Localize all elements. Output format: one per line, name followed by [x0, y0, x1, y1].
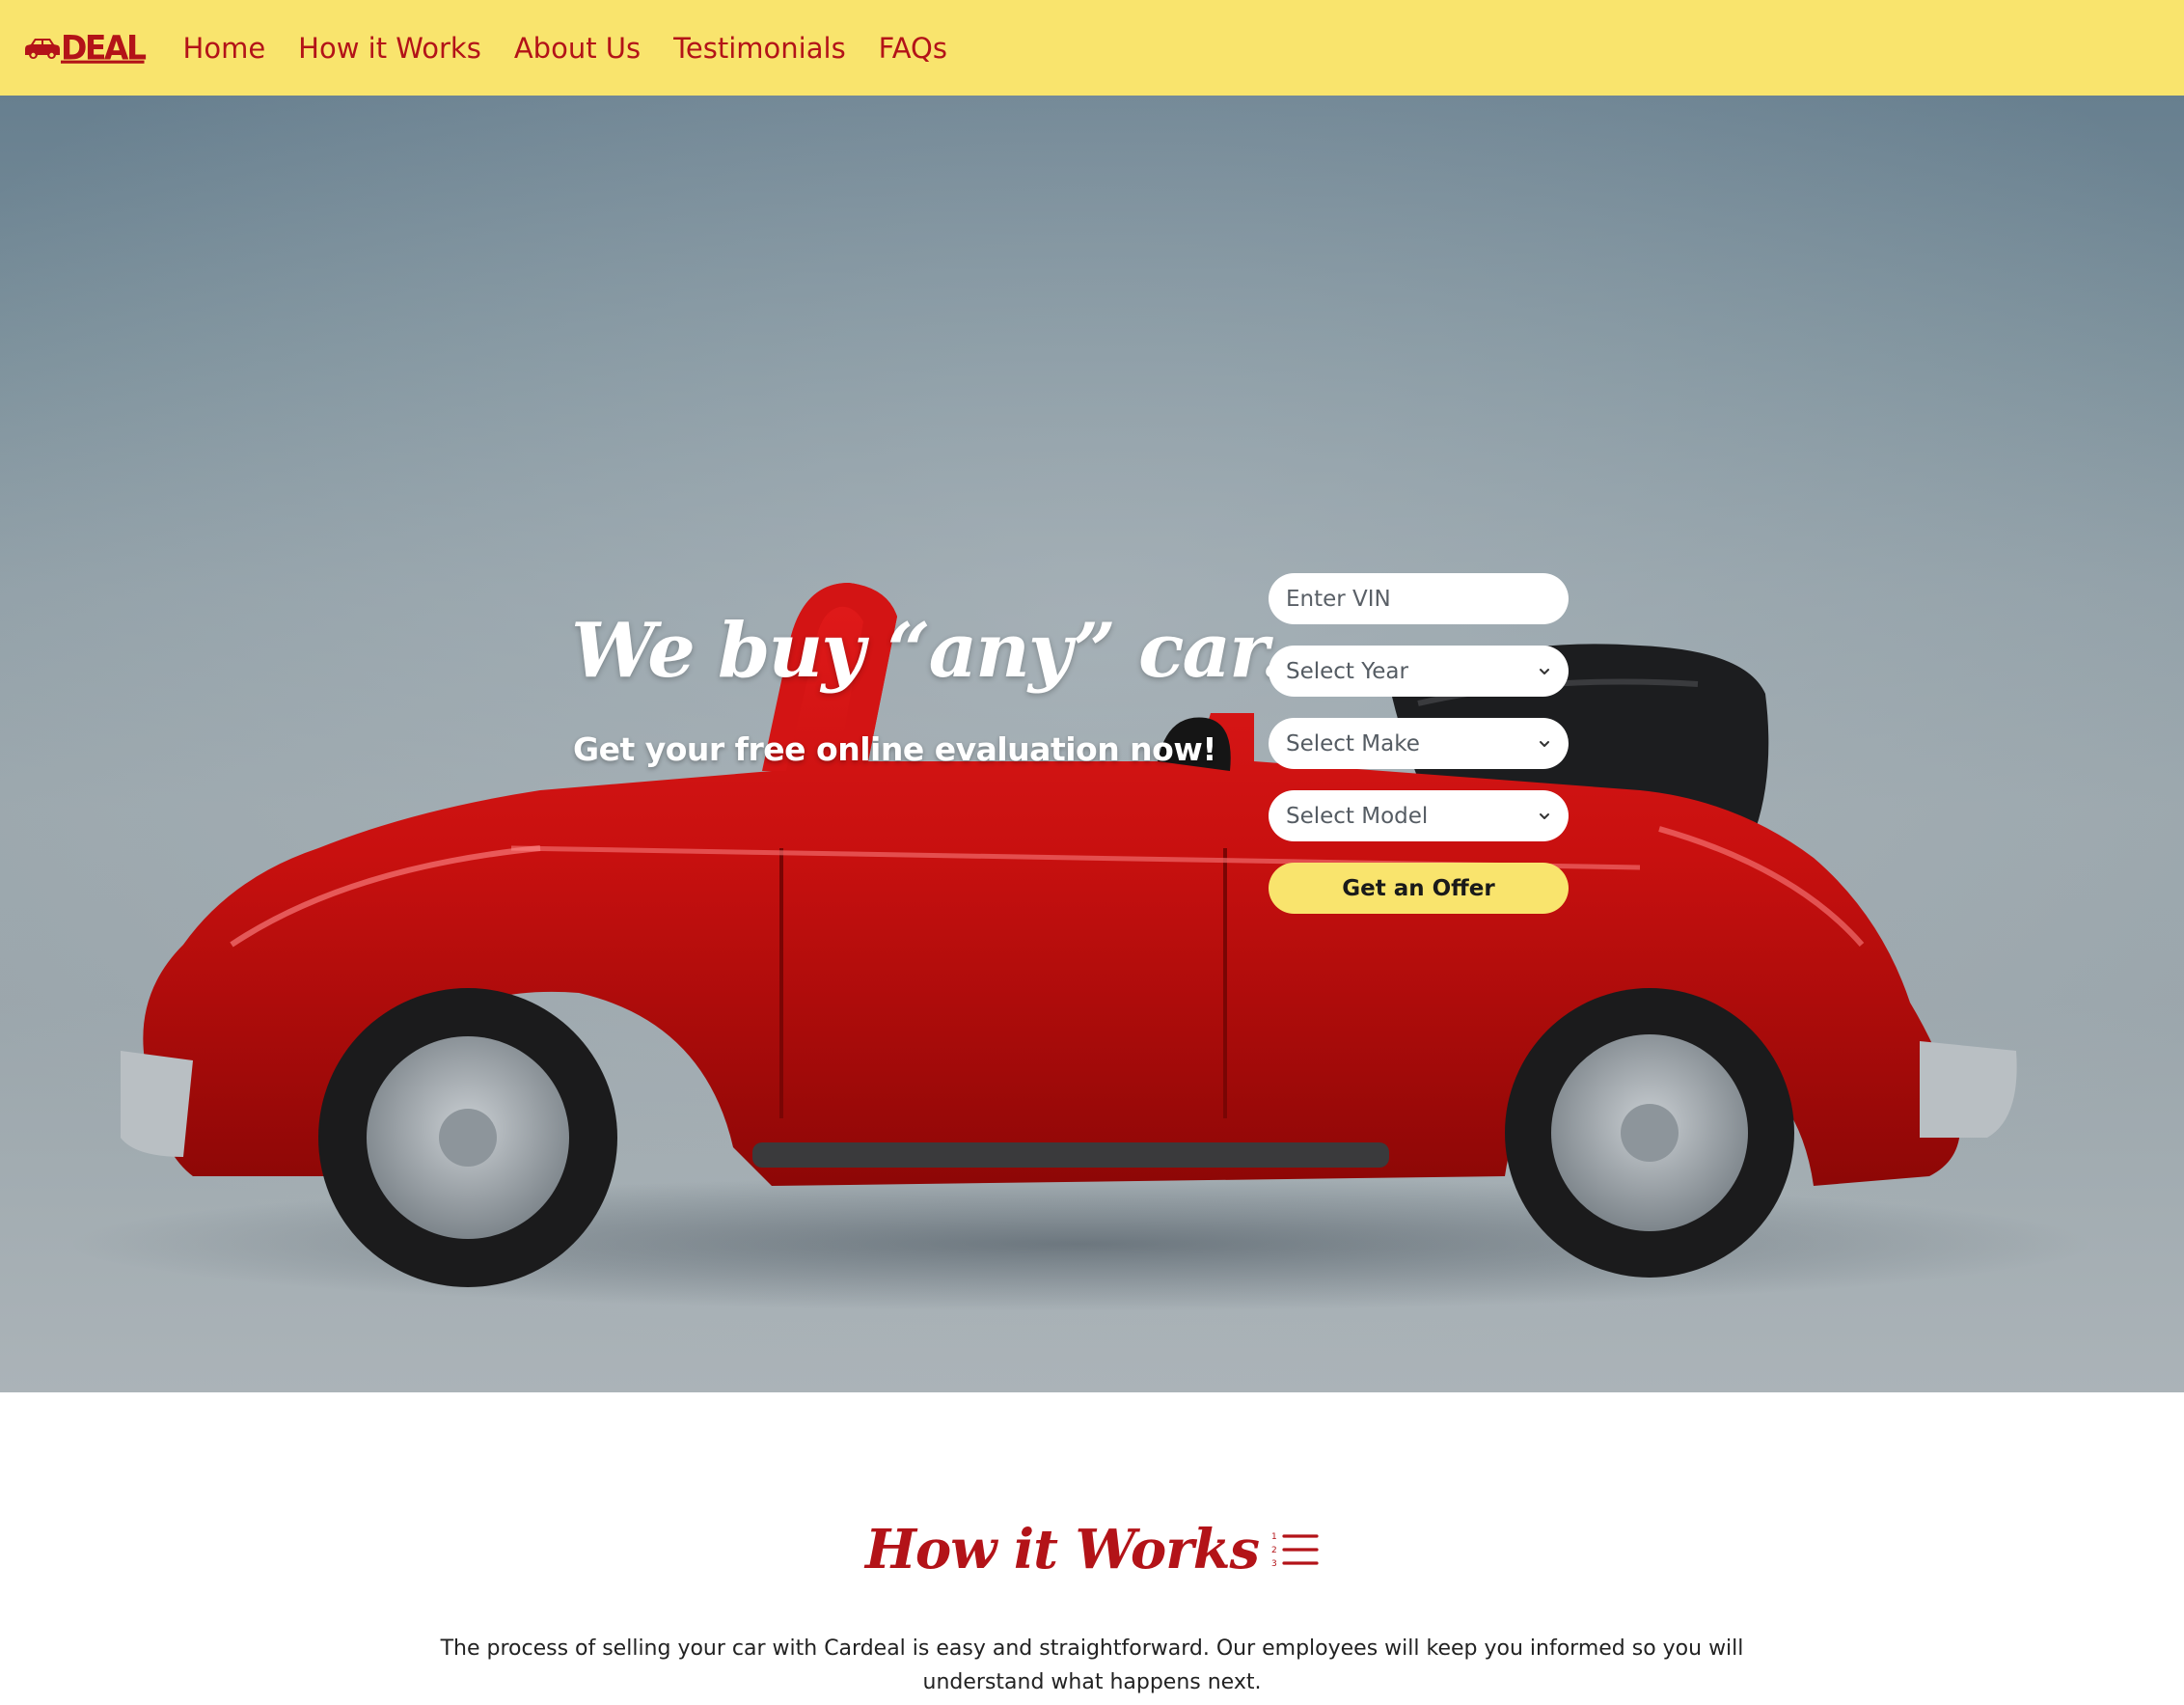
offer-form: Select Year Select Make Select Model Get… [1269, 573, 1569, 914]
nav-home[interactable]: Home [183, 32, 266, 65]
brand-logo[interactable]: DEAL [25, 0, 147, 96]
make-select-label: Select Make [1286, 730, 1420, 756]
top-navbar: DEAL Home How it Works About Us Testimon… [0, 0, 2184, 96]
hero-subheadline: Get your free online evaluation now! [573, 730, 1216, 768]
model-select[interactable]: Select Model [1269, 790, 1569, 841]
section-title: How it Works [864, 1518, 1260, 1581]
how-it-works-section: How it Works 1 2 3 The process of sellin… [0, 1392, 2184, 1705]
make-select[interactable]: Select Make [1269, 718, 1569, 769]
main-nav: Home How it Works About Us Testimonials … [183, 32, 980, 65]
nav-how-it-works[interactable]: How it Works [298, 32, 481, 65]
year-select-label: Select Year [1286, 658, 1408, 684]
hero-headline: We buy “any” car. [571, 607, 1286, 695]
svg-text:3: 3 [1271, 1559, 1277, 1569]
nav-about-us[interactable]: About Us [514, 32, 641, 65]
svg-text:1: 1 [1271, 1532, 1277, 1542]
how-it-works-description: The process of selling your car with Car… [440, 1636, 1744, 1694]
numbered-list-icon: 1 2 3 [1271, 1532, 1319, 1569]
chevron-down-icon [1540, 740, 1549, 747]
car-icon [25, 38, 60, 59]
model-select-label: Select Model [1286, 803, 1429, 829]
hero-section: We buy “any” car. Get your free online e… [0, 96, 2184, 1392]
how-it-works-heading: How it Works 1 2 3 [0, 1518, 2184, 1581]
vin-input[interactable] [1269, 573, 1569, 624]
year-select[interactable]: Select Year [1269, 646, 1569, 697]
nav-faqs[interactable]: FAQs [879, 32, 947, 65]
logo-wordmark: DEAL [61, 28, 147, 68]
svg-text:2: 2 [1271, 1546, 1277, 1555]
nav-testimonials[interactable]: Testimonials [673, 32, 846, 65]
chevron-down-icon [1540, 668, 1549, 674]
get-offer-button[interactable]: Get an Offer [1269, 863, 1569, 914]
chevron-down-icon [1540, 812, 1549, 819]
